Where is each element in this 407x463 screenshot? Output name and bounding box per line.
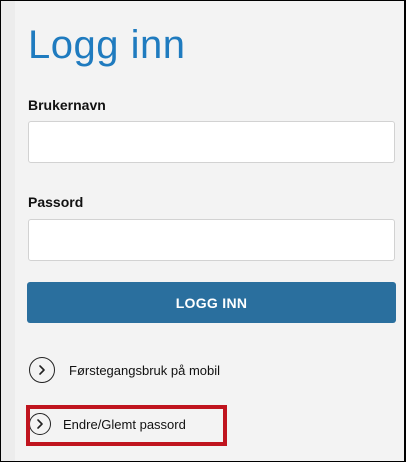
password-input[interactable] bbox=[28, 219, 395, 261]
username-input[interactable] bbox=[28, 121, 395, 163]
chevron-right-circle-icon bbox=[29, 413, 51, 435]
login-button[interactable]: LOGG INN bbox=[27, 282, 396, 323]
change-password-label: Endre/Glemt passord bbox=[63, 416, 186, 432]
first-use-mobile-label: Førstegangsbruk på mobil bbox=[69, 362, 221, 378]
password-label: Passord bbox=[28, 194, 84, 210]
chevron-right-circle-icon bbox=[29, 357, 55, 383]
login-page: Logg inn Brukernavn Passord LOGG INN Før… bbox=[0, 0, 406, 462]
first-use-mobile-link[interactable]: Førstegangsbruk på mobil bbox=[29, 357, 220, 383]
page-title: Logg inn bbox=[28, 23, 186, 67]
username-label: Brukernavn bbox=[28, 97, 106, 113]
change-password-link[interactable]: Endre/Glemt passord bbox=[29, 413, 186, 435]
